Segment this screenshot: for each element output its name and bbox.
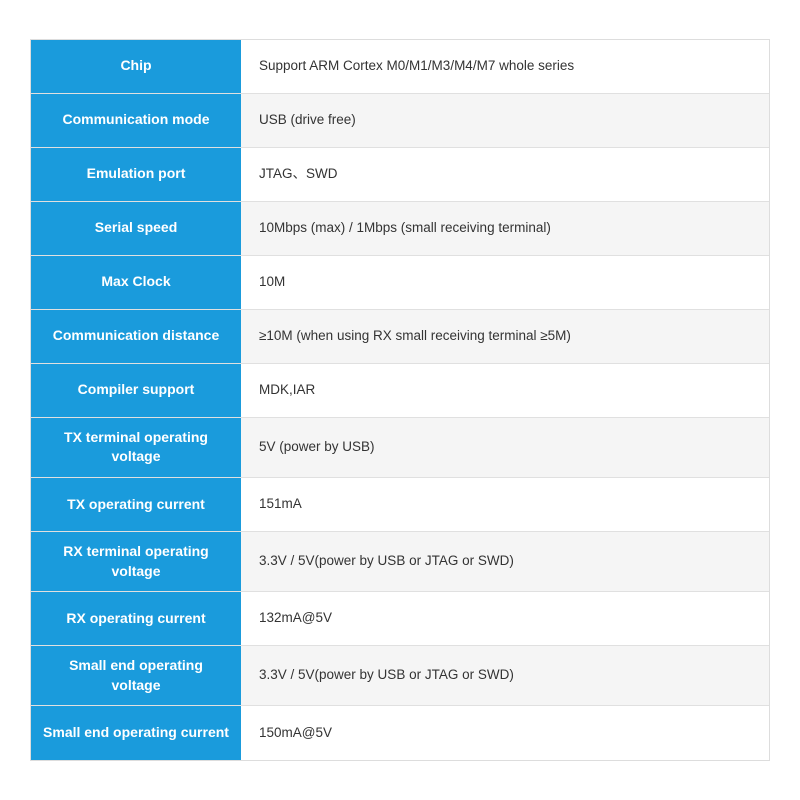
table-row: Communication modeUSB (drive free) xyxy=(31,94,769,148)
value-cell: 5V (power by USB) xyxy=(241,418,769,477)
table-row: TX operating current151mA xyxy=(31,478,769,532)
label-cell: TX terminal operating voltage xyxy=(31,418,241,477)
label-cell: Emulation port xyxy=(31,148,241,201)
table-row: RX operating current132mA@5V xyxy=(31,592,769,646)
value-cell: USB (drive free) xyxy=(241,94,769,147)
label-cell: RX operating current xyxy=(31,592,241,645)
table-row: Serial speed10Mbps (max) / 1Mbps (small … xyxy=(31,202,769,256)
table-row: Emulation portJTAG、SWD xyxy=(31,148,769,202)
table-row: ChipSupport ARM Cortex M0/M1/M3/M4/M7 wh… xyxy=(31,40,769,94)
value-cell: 10Mbps (max) / 1Mbps (small receiving te… xyxy=(241,202,769,255)
value-cell: 10M xyxy=(241,256,769,309)
value-cell: 151mA xyxy=(241,478,769,531)
label-cell: Communication distance xyxy=(31,310,241,363)
value-cell: 150mA@5V xyxy=(241,706,769,760)
value-cell: 3.3V / 5V(power by USB or JTAG or SWD) xyxy=(241,646,769,705)
label-cell: Small end operating voltage xyxy=(31,646,241,705)
specs-table: ChipSupport ARM Cortex M0/M1/M3/M4/M7 wh… xyxy=(30,39,770,762)
label-cell: Communication mode xyxy=(31,94,241,147)
label-cell: TX operating current xyxy=(31,478,241,531)
value-cell: JTAG、SWD xyxy=(241,148,769,201)
label-cell: RX terminal operating voltage xyxy=(31,532,241,591)
label-cell: Max Clock xyxy=(31,256,241,309)
label-cell: Compiler support xyxy=(31,364,241,417)
table-row: Communication distance≥10M (when using R… xyxy=(31,310,769,364)
table-row: Compiler supportMDK,IAR xyxy=(31,364,769,418)
label-cell: Serial speed xyxy=(31,202,241,255)
table-row: RX terminal operating voltage3.3V / 5V(p… xyxy=(31,532,769,592)
value-cell: 3.3V / 5V(power by USB or JTAG or SWD) xyxy=(241,532,769,591)
label-cell: Small end operating current xyxy=(31,706,241,760)
table-row: Small end operating voltage3.3V / 5V(pow… xyxy=(31,646,769,706)
table-row: Max Clock10M xyxy=(31,256,769,310)
label-cell: Chip xyxy=(31,40,241,93)
value-cell: Support ARM Cortex M0/M1/M3/M4/M7 whole … xyxy=(241,40,769,93)
value-cell: 132mA@5V xyxy=(241,592,769,645)
value-cell: ≥10M (when using RX small receiving term… xyxy=(241,310,769,363)
table-row: Small end operating current150mA@5V xyxy=(31,706,769,760)
table-row: TX terminal operating voltage5V (power b… xyxy=(31,418,769,478)
value-cell: MDK,IAR xyxy=(241,364,769,417)
